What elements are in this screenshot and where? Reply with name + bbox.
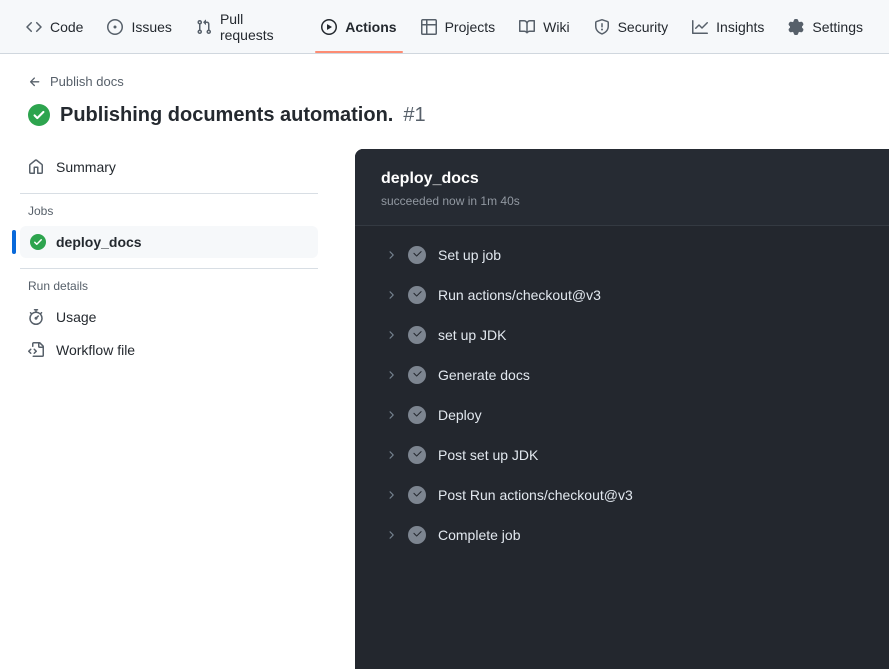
step-label: Post Run actions/checkout@v3 <box>438 487 633 503</box>
step-row-generate-docs[interactable]: Generate docs <box>355 355 889 395</box>
run-details-heading: Run details <box>28 279 318 293</box>
nav-tab-pull-requests[interactable]: Pull requests <box>186 0 307 53</box>
run-header: Publish docs Publishing documents automa… <box>0 54 889 127</box>
home-icon <box>28 159 44 175</box>
code-icon <box>26 19 42 35</box>
chevron-right-icon <box>385 369 397 381</box>
step-row-run-checkout[interactable]: Run actions/checkout@v3 <box>355 275 889 315</box>
sidebar-item-label: Usage <box>56 309 96 325</box>
nav-tab-label: Projects <box>445 19 496 35</box>
step-label: Post set up JDK <box>438 447 538 463</box>
file-code-icon <box>28 342 44 358</box>
step-row-set-up-job[interactable]: Set up job <box>355 235 889 275</box>
nav-tab-label: Actions <box>345 19 396 35</box>
chevron-right-icon <box>385 449 397 461</box>
step-check-icon <box>408 486 426 504</box>
nav-tab-actions[interactable]: Actions <box>311 0 406 53</box>
steps-list: Set up job Run actions/checkout@v3 set u… <box>355 226 889 555</box>
shield-icon <box>594 19 610 35</box>
back-link[interactable]: Publish docs <box>28 74 124 89</box>
nav-tab-code[interactable]: Code <box>16 0 93 53</box>
run-title: Publishing documents automation. <box>60 104 393 127</box>
nav-tab-label: Issues <box>131 19 171 35</box>
nav-tab-label: Settings <box>812 19 863 35</box>
sidebar-item-label: Workflow file <box>56 342 135 358</box>
sidebar-item-label: Summary <box>56 159 116 175</box>
step-check-icon <box>408 406 426 424</box>
issue-opened-icon <box>107 19 123 35</box>
chevron-right-icon <box>385 289 397 301</box>
step-check-icon <box>408 526 426 544</box>
step-check-icon <box>408 446 426 464</box>
step-label: Generate docs <box>438 367 530 383</box>
log-job-name: deploy_docs <box>381 170 863 188</box>
step-row-complete-job[interactable]: Complete job <box>355 515 889 555</box>
play-circle-icon <box>321 19 337 35</box>
step-label: Deploy <box>438 407 482 423</box>
step-label: Set up job <box>438 247 501 263</box>
jobs-heading: Jobs <box>28 204 318 218</box>
step-row-post-set-up-jdk[interactable]: Post set up JDK <box>355 435 889 475</box>
table-icon <box>421 19 437 35</box>
nav-tab-label: Wiki <box>543 19 569 35</box>
sidebar-divider <box>20 268 318 269</box>
sidebar-divider <box>20 193 318 194</box>
step-label: set up JDK <box>438 327 506 343</box>
job-log-panel: deploy_docs succeeded now in 1m 40s Set … <box>355 149 889 669</box>
nav-tab-issues[interactable]: Issues <box>97 0 181 53</box>
nav-tab-label: Pull requests <box>220 11 297 43</box>
step-check-icon <box>408 326 426 344</box>
nav-tab-label: Insights <box>716 19 764 35</box>
run-number: #1 <box>403 104 425 127</box>
chevron-right-icon <box>385 409 397 421</box>
step-label: Run actions/checkout@v3 <box>438 287 601 303</box>
step-row-set-up-jdk[interactable]: set up JDK <box>355 315 889 355</box>
nav-tab-label: Security <box>618 19 669 35</box>
sidebar-item-usage[interactable]: Usage <box>28 301 318 334</box>
gear-icon <box>788 19 804 35</box>
step-check-icon <box>408 246 426 264</box>
graph-icon <box>692 19 708 35</box>
nav-tab-security[interactable]: Security <box>584 0 679 53</box>
log-status-line: succeeded now in 1m 40s <box>381 194 863 208</box>
nav-tab-wiki[interactable]: Wiki <box>509 0 579 53</box>
job-name: deploy_docs <box>56 234 142 250</box>
step-check-icon <box>408 366 426 384</box>
arrow-left-icon <box>28 75 42 89</box>
chevron-right-icon <box>385 249 397 261</box>
step-row-deploy[interactable]: Deploy <box>355 395 889 435</box>
git-pull-request-icon <box>196 19 212 35</box>
chevron-right-icon <box>385 529 397 541</box>
success-check-icon <box>28 104 50 126</box>
chevron-right-icon <box>385 489 397 501</box>
success-check-icon <box>30 234 46 250</box>
nav-tab-label: Code <box>50 19 83 35</box>
step-check-icon <box>408 286 426 304</box>
repo-nav: Code Issues Pull requests Actions Projec… <box>0 0 889 54</box>
breadcrumb-label: Publish docs <box>50 74 124 89</box>
book-icon <box>519 19 535 35</box>
stopwatch-icon <box>28 309 44 325</box>
step-row-post-run-checkout[interactable]: Post Run actions/checkout@v3 <box>355 475 889 515</box>
chevron-right-icon <box>385 329 397 341</box>
nav-tab-settings[interactable]: Settings <box>778 0 873 53</box>
sidebar-item-summary[interactable]: Summary <box>28 151 318 183</box>
run-sidebar: Summary Jobs deploy_docs Run details Usa… <box>0 149 355 588</box>
step-label: Complete job <box>438 527 521 543</box>
nav-tab-projects[interactable]: Projects <box>411 0 506 53</box>
sidebar-item-workflow-file[interactable]: Workflow file <box>28 334 318 367</box>
job-log-header: deploy_docs succeeded now in 1m 40s <box>355 149 889 226</box>
sidebar-job-deploy-docs[interactable]: deploy_docs <box>20 226 318 258</box>
nav-tab-insights[interactable]: Insights <box>682 0 774 53</box>
